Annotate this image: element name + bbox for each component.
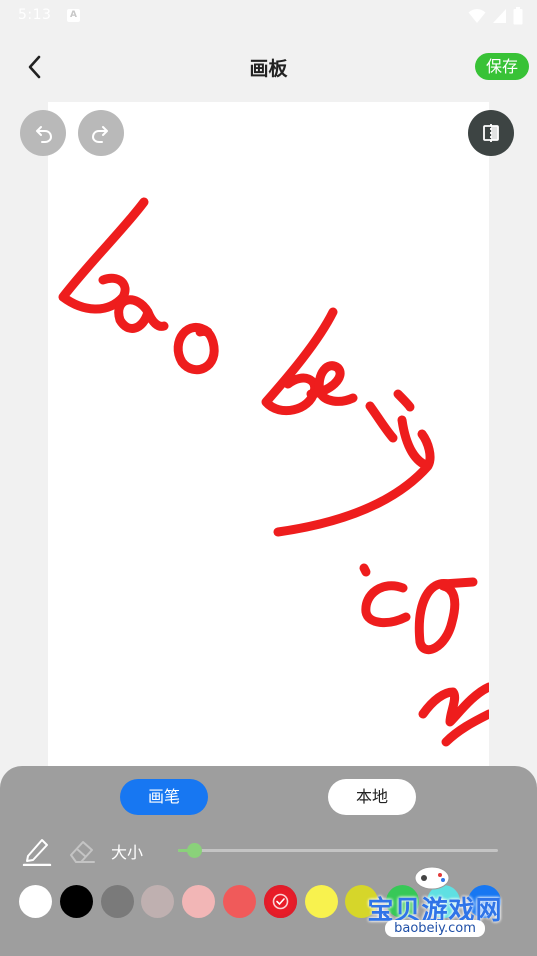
- status-time: 5:13: [18, 7, 52, 23]
- redo-icon: [92, 126, 108, 143]
- color-swatch[interactable]: [141, 885, 175, 918]
- stroke-o: [173, 322, 219, 375]
- eraser-icon[interactable]: [67, 837, 97, 865]
- stroke-c: [361, 581, 411, 628]
- stroke-dot: [359, 563, 371, 577]
- notification-icon: A: [67, 9, 80, 22]
- stroke-y: [273, 415, 435, 537]
- title-bar: 画板 保存: [0, 32, 537, 102]
- status-bar: 5:13 A: [0, 0, 537, 32]
- status-icons: [468, 6, 523, 26]
- handwriting-drawing: [58, 197, 489, 747]
- stroke-line: [438, 577, 478, 589]
- undo-button[interactable]: [20, 110, 66, 156]
- stroke-e: [306, 361, 358, 406]
- slider-track: [178, 849, 498, 852]
- pen-icon[interactable]: [22, 834, 52, 866]
- mirror-icon: [483, 124, 499, 142]
- slider-thumb[interactable]: [187, 843, 202, 858]
- color-swatch[interactable]: [100, 885, 134, 918]
- color-swatch[interactable]: [304, 885, 338, 918]
- watermark-url: baobeiy.com: [385, 920, 485, 937]
- color-swatch[interactable]: [263, 885, 297, 918]
- watermark: 宝贝游戏网 baobeiy.com: [360, 862, 510, 948]
- size-slider[interactable]: [178, 840, 498, 860]
- drawing-canvas[interactable]: [48, 102, 489, 782]
- mirror-button[interactable]: [468, 110, 514, 156]
- undo-icon: [36, 126, 52, 143]
- size-label: 大小: [111, 843, 144, 862]
- page-title: 画板: [249, 58, 288, 80]
- stroke-o2: [414, 579, 460, 655]
- wifi-icon: [468, 9, 486, 23]
- color-swatch[interactable]: [59, 885, 93, 918]
- save-button[interactable]: 保存: [475, 53, 529, 80]
- gamepad-icon: [414, 866, 450, 890]
- color-swatch[interactable]: [19, 885, 52, 918]
- tab-brush[interactable]: 画笔: [120, 779, 208, 815]
- stroke-a: [114, 295, 169, 333]
- stroke-i-dot: [393, 389, 415, 412]
- signal-icon: [493, 9, 506, 23]
- selected-check-icon: [272, 893, 289, 910]
- redo-button[interactable]: [78, 110, 124, 156]
- stroke-b: [58, 197, 149, 314]
- color-swatch[interactable]: [223, 885, 256, 918]
- stroke-i: [365, 401, 398, 443]
- tab-local[interactable]: 本地: [328, 779, 416, 815]
- battery-icon: [513, 7, 523, 25]
- color-swatch[interactable]: [182, 885, 216, 918]
